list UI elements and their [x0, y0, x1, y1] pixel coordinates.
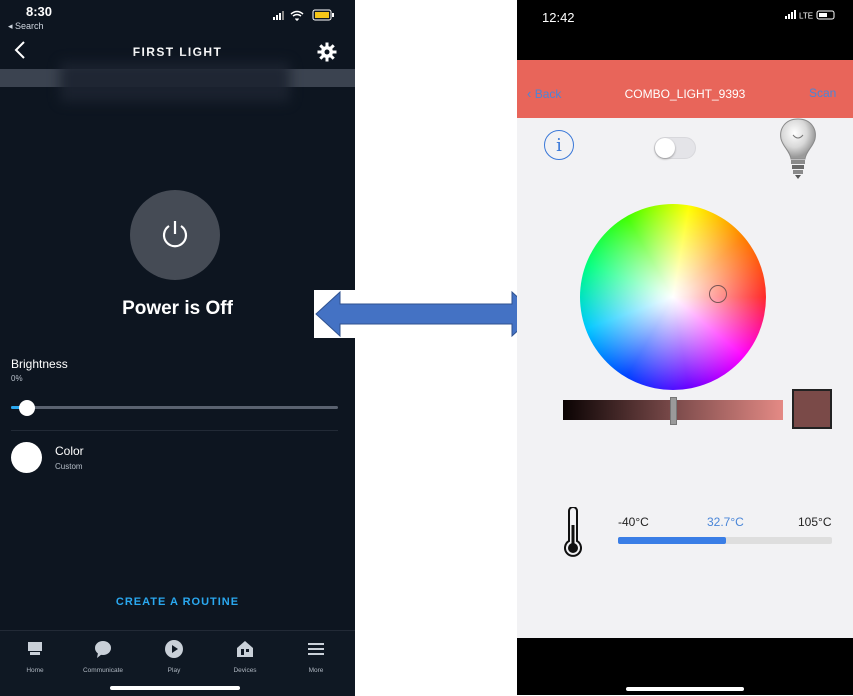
network-type: LTE — [799, 12, 813, 21]
nav-home[interactable]: Home — [0, 639, 70, 674]
status-time: 12:42 — [542, 10, 575, 25]
temperature-bar-fill — [618, 537, 726, 544]
devices-icon — [237, 641, 253, 657]
play-icon — [165, 640, 183, 658]
color-wheel-selector[interactable] — [709, 285, 727, 303]
power-status: Power is Off — [122, 298, 233, 319]
brightness-slider-track[interactable] — [11, 406, 338, 409]
menu-icon — [308, 643, 324, 655]
nav-more[interactable]: More — [281, 639, 351, 674]
info-icon[interactable]: i — [544, 130, 574, 160]
chat-bubble-icon — [95, 641, 111, 658]
nav-play[interactable]: Play — [139, 639, 209, 674]
nav-communicate[interactable]: Communicate — [68, 639, 138, 674]
status-back-to-search[interactable]: ◂ Search — [8, 21, 44, 32]
nav-label: More — [308, 667, 324, 674]
lightbulb-icon — [780, 118, 816, 179]
status-icons — [273, 9, 334, 21]
status-time: 8:30 — [26, 4, 53, 19]
color-label[interactable]: Color — [55, 444, 84, 458]
divider — [11, 430, 338, 431]
temperature-current: 32.7°C — [707, 515, 744, 529]
power-button[interactable] — [130, 190, 220, 280]
double-arrow-icon — [314, 290, 538, 338]
color-value: Custom — [55, 462, 83, 471]
selected-color-swatch — [792, 389, 832, 429]
gear-icon[interactable] — [317, 42, 337, 62]
nav-devices[interactable]: Devices — [210, 639, 280, 674]
alexa-phone-screen: 8:30 ◂ Search FIRST LIGHT Power is Off B… — [0, 0, 355, 696]
temperature-min: -40°C — [618, 515, 649, 529]
power-icon — [162, 221, 188, 248]
thermometer-icon — [564, 507, 582, 557]
brightness-slider-handle[interactable] — [19, 400, 35, 416]
color-wheel[interactable] — [580, 204, 766, 390]
home-indicator — [626, 687, 744, 691]
device-title: COMBO_LIGHT_9393 — [624, 87, 746, 101]
status-icons: LTE — [785, 10, 841, 21]
power-toggle-knob[interactable] — [655, 138, 675, 158]
home-indicator — [110, 686, 240, 690]
brightness-label: Brightness — [11, 357, 68, 371]
temperature-max: 105°C — [798, 515, 832, 529]
create-routine-link[interactable]: CREATE A ROUTINE — [0, 596, 355, 608]
nav-label: Play — [167, 667, 181, 674]
nav-label: Communicate — [82, 667, 124, 674]
color-swatch[interactable] — [11, 442, 42, 473]
redaction-blur — [60, 62, 290, 102]
device-title: FIRST LIGHT — [132, 45, 223, 59]
brightness-slider-thumb[interactable] — [670, 397, 677, 425]
home-icon — [28, 642, 42, 655]
nav-label: Devices — [233, 667, 257, 674]
nav-label: Home — [26, 667, 44, 674]
scan-button[interactable]: Scan — [809, 86, 836, 100]
brightness-value: 0% — [11, 374, 23, 383]
combo-light-phone-screen: 12:42 LTE ‹ Back COMBO_LIGHT_9393 Scan i — [517, 0, 853, 695]
